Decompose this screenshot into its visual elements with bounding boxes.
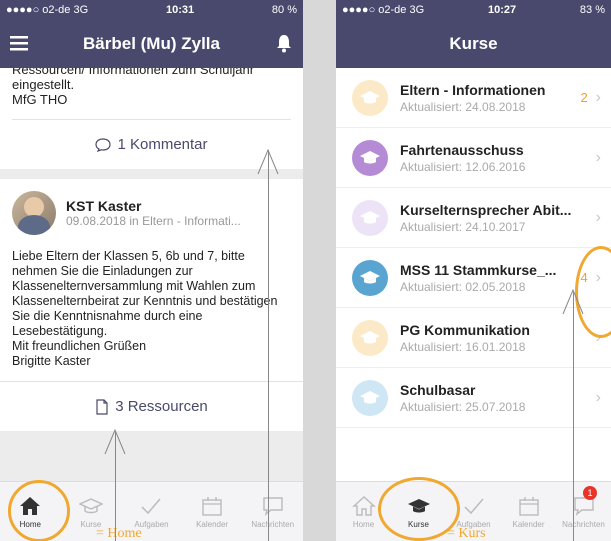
graduation-cap-icon [360, 150, 380, 163]
tab-kalender[interactable]: Kalender [501, 482, 556, 541]
tab-kalender[interactable]: Kalender [182, 482, 243, 541]
home-screen: ●●●●○ o2-de 3G 10:31 80 % Bärbel (Mu) Zy… [0, 0, 303, 541]
annotation-kurs: = Kurs [447, 526, 486, 541]
post-text: Ressourcen/ Informationen zum Schuljahr … [12, 68, 291, 107]
course-avatar [352, 379, 388, 416]
course-updated: Aktualisiert: 16.01.2018 [400, 339, 526, 354]
arrow-head [104, 428, 126, 455]
course-updated: Aktualisiert: 24.08.2018 [400, 99, 526, 114]
courses-screen: ●●●●○ o2-de 3G 10:27 83 % Kurse Eltern -… [336, 0, 611, 541]
resources-label: 3 Ressourcen [115, 398, 208, 415]
chevron-right-icon: › [595, 88, 601, 106]
home-icon [351, 495, 376, 516]
carrier-label: ●●●●○ o2-de 3G [6, 4, 89, 16]
nav-bar: Kurse [336, 20, 611, 68]
tab-nachrichten[interactable]: 1 Nachrichten [556, 482, 611, 541]
course-row[interactable]: Kurselternsprecher Abit... Aktualisiert: … [336, 188, 611, 248]
comment-button[interactable]: 1 Kommentar [12, 119, 291, 169]
calendar-icon [202, 496, 222, 516]
chat-bubble-icon [262, 496, 283, 516]
unread-badge: 1 [583, 486, 597, 500]
checkmark-icon [463, 498, 484, 514]
feed: Ressourcen/ Informationen zum Schuljahr … [0, 68, 303, 481]
course-title: PG Kommunikation [400, 321, 530, 338]
clock: 10:31 [165, 4, 195, 16]
post-text: Liebe Eltern der Klassen 5, 6b und 7, bi… [12, 249, 278, 338]
graduation-cap-icon [360, 270, 380, 283]
graduation-cap-icon [360, 330, 380, 343]
bell-icon[interactable] [275, 33, 293, 53]
tab-label: Kalender [512, 519, 545, 529]
graduation-cap-icon [360, 90, 380, 103]
course-title: Kurselternsprecher Abit... [400, 201, 572, 218]
post-line: eingestellt. [12, 77, 75, 92]
post-card: KST Kaster 09.08.2018 in Eltern - Inform… [0, 179, 303, 431]
course-row[interactable]: PG Kommunikation Aktualisiert: 16.01.2018… [336, 308, 611, 368]
chevron-right-icon: › [595, 208, 601, 226]
course-title: Eltern - Informationen [400, 81, 546, 98]
comment-icon [95, 137, 112, 152]
course-avatar [352, 319, 388, 356]
course-row[interactable]: Eltern - Informationen Aktualisiert: 24.0… [336, 68, 611, 128]
course-updated: Aktualisiert: 24.10.2017 [400, 219, 526, 234]
unread-count: 2 [580, 90, 588, 105]
course-title: MSS 11 Stammkurse_... [400, 261, 557, 278]
course-row[interactable]: Schulbasar Aktualisiert: 25.07.2018 › [336, 368, 611, 428]
chevron-right-icon: › [595, 388, 601, 406]
course-updated: Aktualisiert: 02.05.2018 [400, 279, 526, 294]
menu-icon[interactable] [8, 32, 30, 54]
page-title: Kurse [449, 34, 498, 53]
course-title: Fahrtenausschuss [400, 141, 524, 158]
graduation-cap-icon [78, 497, 103, 513]
pointer-line [268, 150, 269, 541]
clock: 10:27 [487, 4, 517, 16]
course-row[interactable]: Fahrtenausschuss Aktualisiert: 12.06.2016… [336, 128, 611, 188]
chevron-right-icon: › [595, 148, 601, 166]
post-line: MfG THO [12, 92, 68, 107]
calendar-icon [518, 496, 539, 516]
annotation-home: = Home [96, 526, 142, 541]
resources-button[interactable]: 3 Ressourcen [0, 381, 303, 431]
header-area: ●●●●○ o2-de 3G 10:31 80 % Bärbel (Mu) Zy… [0, 0, 303, 68]
post-header: KST Kaster 09.08.2018 in Eltern - Inform… [12, 191, 291, 235]
tab-label: Nachrichten [251, 519, 295, 529]
graduation-cap-icon [360, 210, 380, 223]
highlight-circle [8, 480, 70, 541]
tab-label: Kalender [196, 519, 229, 529]
battery-label: 83 % [579, 4, 605, 16]
arrow-head [257, 148, 279, 175]
author-name: KST Kaster [66, 198, 142, 214]
battery-label: 80 % [271, 4, 297, 16]
tab-label: Home [352, 519, 375, 529]
post-meta: 09.08.2018 in Eltern - Informati... [66, 214, 241, 228]
status-bar: ●●●●○ o2-de 3G 10:27 83 % [336, 0, 611, 20]
nav-bar: Bärbel (Mu) Zylla [0, 20, 303, 68]
course-updated: Aktualisiert: 25.07.2018 [400, 399, 526, 414]
course-title: Schulbasar [400, 381, 476, 398]
course-avatar [352, 139, 388, 176]
tab-nachrichten[interactable]: Nachrichten [242, 482, 303, 541]
post-body: Liebe Eltern der Klassen 5, 6b und 7, bi… [12, 235, 291, 381]
header-area: ●●●●○ o2-de 3G 10:27 83 % Kurse [336, 0, 611, 68]
arrow-head [562, 288, 584, 315]
course-list: Eltern - Informationen Aktualisiert: 24.0… [336, 68, 611, 481]
course-avatar [352, 199, 388, 236]
pointer-line [573, 292, 574, 541]
post-line: Ressourcen/ Informationen zum Schuljahr [12, 68, 255, 77]
tab-label: Nachrichten [562, 519, 605, 529]
graduation-cap-icon [360, 390, 380, 403]
document-icon [96, 398, 108, 415]
page-title: Bärbel (Mu) Zylla [83, 34, 220, 53]
post-signature: Brigitte Kaster [12, 354, 91, 368]
comment-label: 1 Kommentar [117, 136, 208, 153]
course-avatar [352, 259, 388, 296]
carrier-label: ●●●●○ o2-de 3G [342, 4, 425, 16]
avatar[interactable] [12, 191, 56, 235]
checkmark-icon [141, 498, 162, 514]
course-avatar [352, 79, 388, 116]
course-updated: Aktualisiert: 12.06.2016 [400, 159, 526, 174]
post-greeting: Mit freundlichen Grüßen [12, 339, 147, 353]
status-bar: ●●●●○ o2-de 3G 10:31 80 % [0, 0, 303, 20]
